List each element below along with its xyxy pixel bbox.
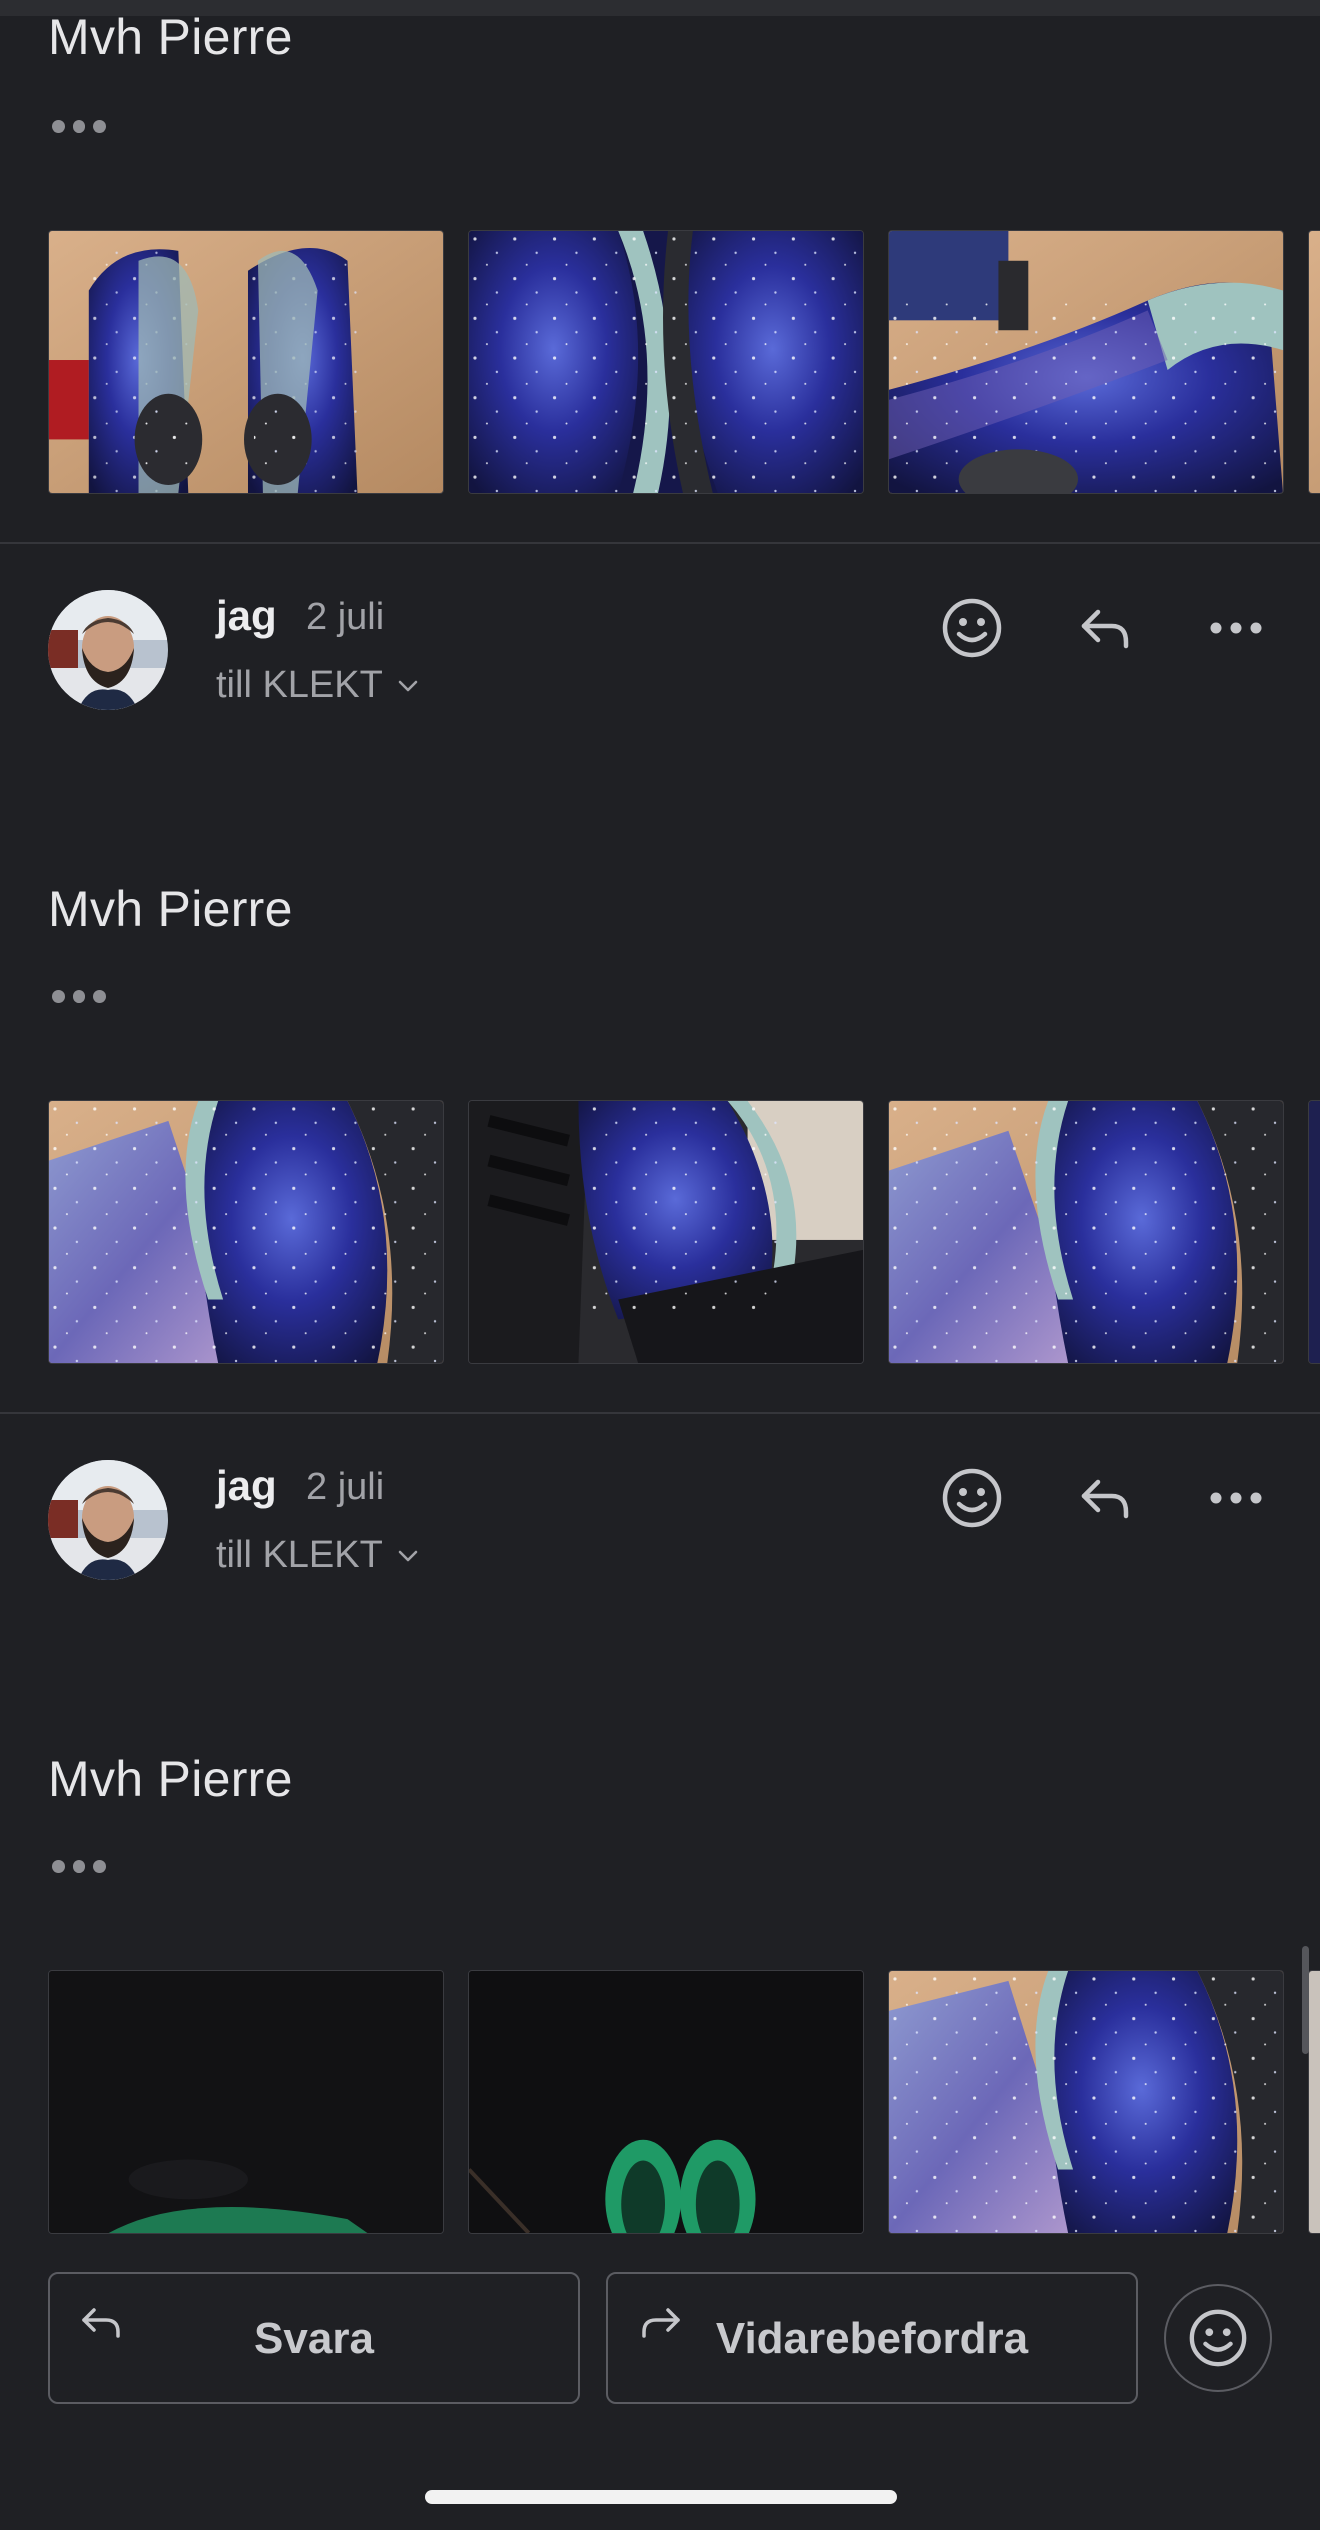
attachment-strip <box>48 230 1320 494</box>
message-signoff: Mvh Pierre <box>48 881 293 937</box>
attachment-strip <box>48 1970 1320 2234</box>
show-trimmed-content-button[interactable] <box>52 120 107 134</box>
scrollbar[interactable] <box>1302 1946 1309 2054</box>
smiley-icon <box>1189 2309 1247 2367</box>
message-signoff: Mvh Pierre <box>48 9 293 65</box>
sender-name: jag <box>216 1462 277 1509</box>
attachment-strip <box>48 1100 1320 1364</box>
reply-arrow-icon <box>1081 1479 1129 1519</box>
forward-button[interactable]: Vidarebefordra <box>606 2272 1138 2404</box>
recipient-details-toggle[interactable]: till KLEKT <box>216 1534 419 1577</box>
add-reaction-button[interactable] <box>934 590 1010 666</box>
recipient-details-toggle[interactable]: till KLEKT <box>216 664 419 707</box>
reply-button[interactable] <box>1066 1460 1142 1536</box>
attachment-thumbnail[interactable] <box>48 1970 444 2234</box>
reply-button[interactable] <box>1066 590 1142 666</box>
add-reaction-button[interactable] <box>934 1460 1010 1536</box>
attachment-thumbnail[interactable] <box>888 230 1284 494</box>
recipient-label: till KLEKT <box>216 1534 383 1576</box>
attachment-thumbnail[interactable] <box>1308 230 1320 494</box>
attachment-thumbnail[interactable] <box>888 1970 1284 2234</box>
home-indicator[interactable] <box>425 2490 897 2504</box>
reply-label: Svara <box>254 2314 374 2363</box>
attachment-thumbnail[interactable] <box>48 230 444 494</box>
more-horizontal-icon <box>1210 622 1262 634</box>
sender-name: jag <box>216 592 277 639</box>
attachment-thumbnail[interactable] <box>888 1100 1284 1364</box>
smiley-icon <box>942 598 1002 658</box>
chevron-down-icon <box>398 680 418 691</box>
show-trimmed-content-button[interactable] <box>52 1860 107 1874</box>
message-divider <box>0 542 1320 544</box>
reply-button-bottom[interactable]: Svara <box>48 2272 580 2404</box>
message-header[interactable]: jag 2 juli till KLEKT <box>0 1460 1320 1590</box>
emoji-reaction-button[interactable] <box>1164 2284 1272 2392</box>
more-options-button[interactable] <box>1198 590 1274 666</box>
attachment-thumbnail[interactable] <box>468 230 864 494</box>
message-divider <box>0 1412 1320 1414</box>
more-horizontal-icon <box>1210 1492 1262 1504</box>
avatar[interactable] <box>48 1460 168 1580</box>
attachment-thumbnail[interactable] <box>468 1100 864 1364</box>
smiley-icon <box>942 1468 1002 1528</box>
show-trimmed-content-button[interactable] <box>52 990 107 1004</box>
forward-label: Vidarebefordra <box>715 2314 1029 2363</box>
chevron-down-icon <box>398 1550 418 1561</box>
message-signoff: Mvh Pierre <box>48 1751 293 1807</box>
attachment-thumbnail[interactable] <box>1308 1970 1320 2234</box>
more-options-button[interactable] <box>1198 1460 1274 1536</box>
recipient-label: till KLEKT <box>216 664 383 706</box>
message-header[interactable]: jag 2 juli till KLEKT <box>0 590 1320 720</box>
attachment-thumbnail[interactable] <box>48 1100 444 1364</box>
attachment-thumbnail[interactable] <box>1308 1100 1320 1364</box>
avatar[interactable] <box>48 590 168 710</box>
message-date: 2 juli <box>306 596 385 638</box>
attachment-thumbnail[interactable] <box>468 1970 864 2234</box>
message-date: 2 juli <box>306 1466 385 1508</box>
reply-arrow-icon <box>1081 609 1129 649</box>
